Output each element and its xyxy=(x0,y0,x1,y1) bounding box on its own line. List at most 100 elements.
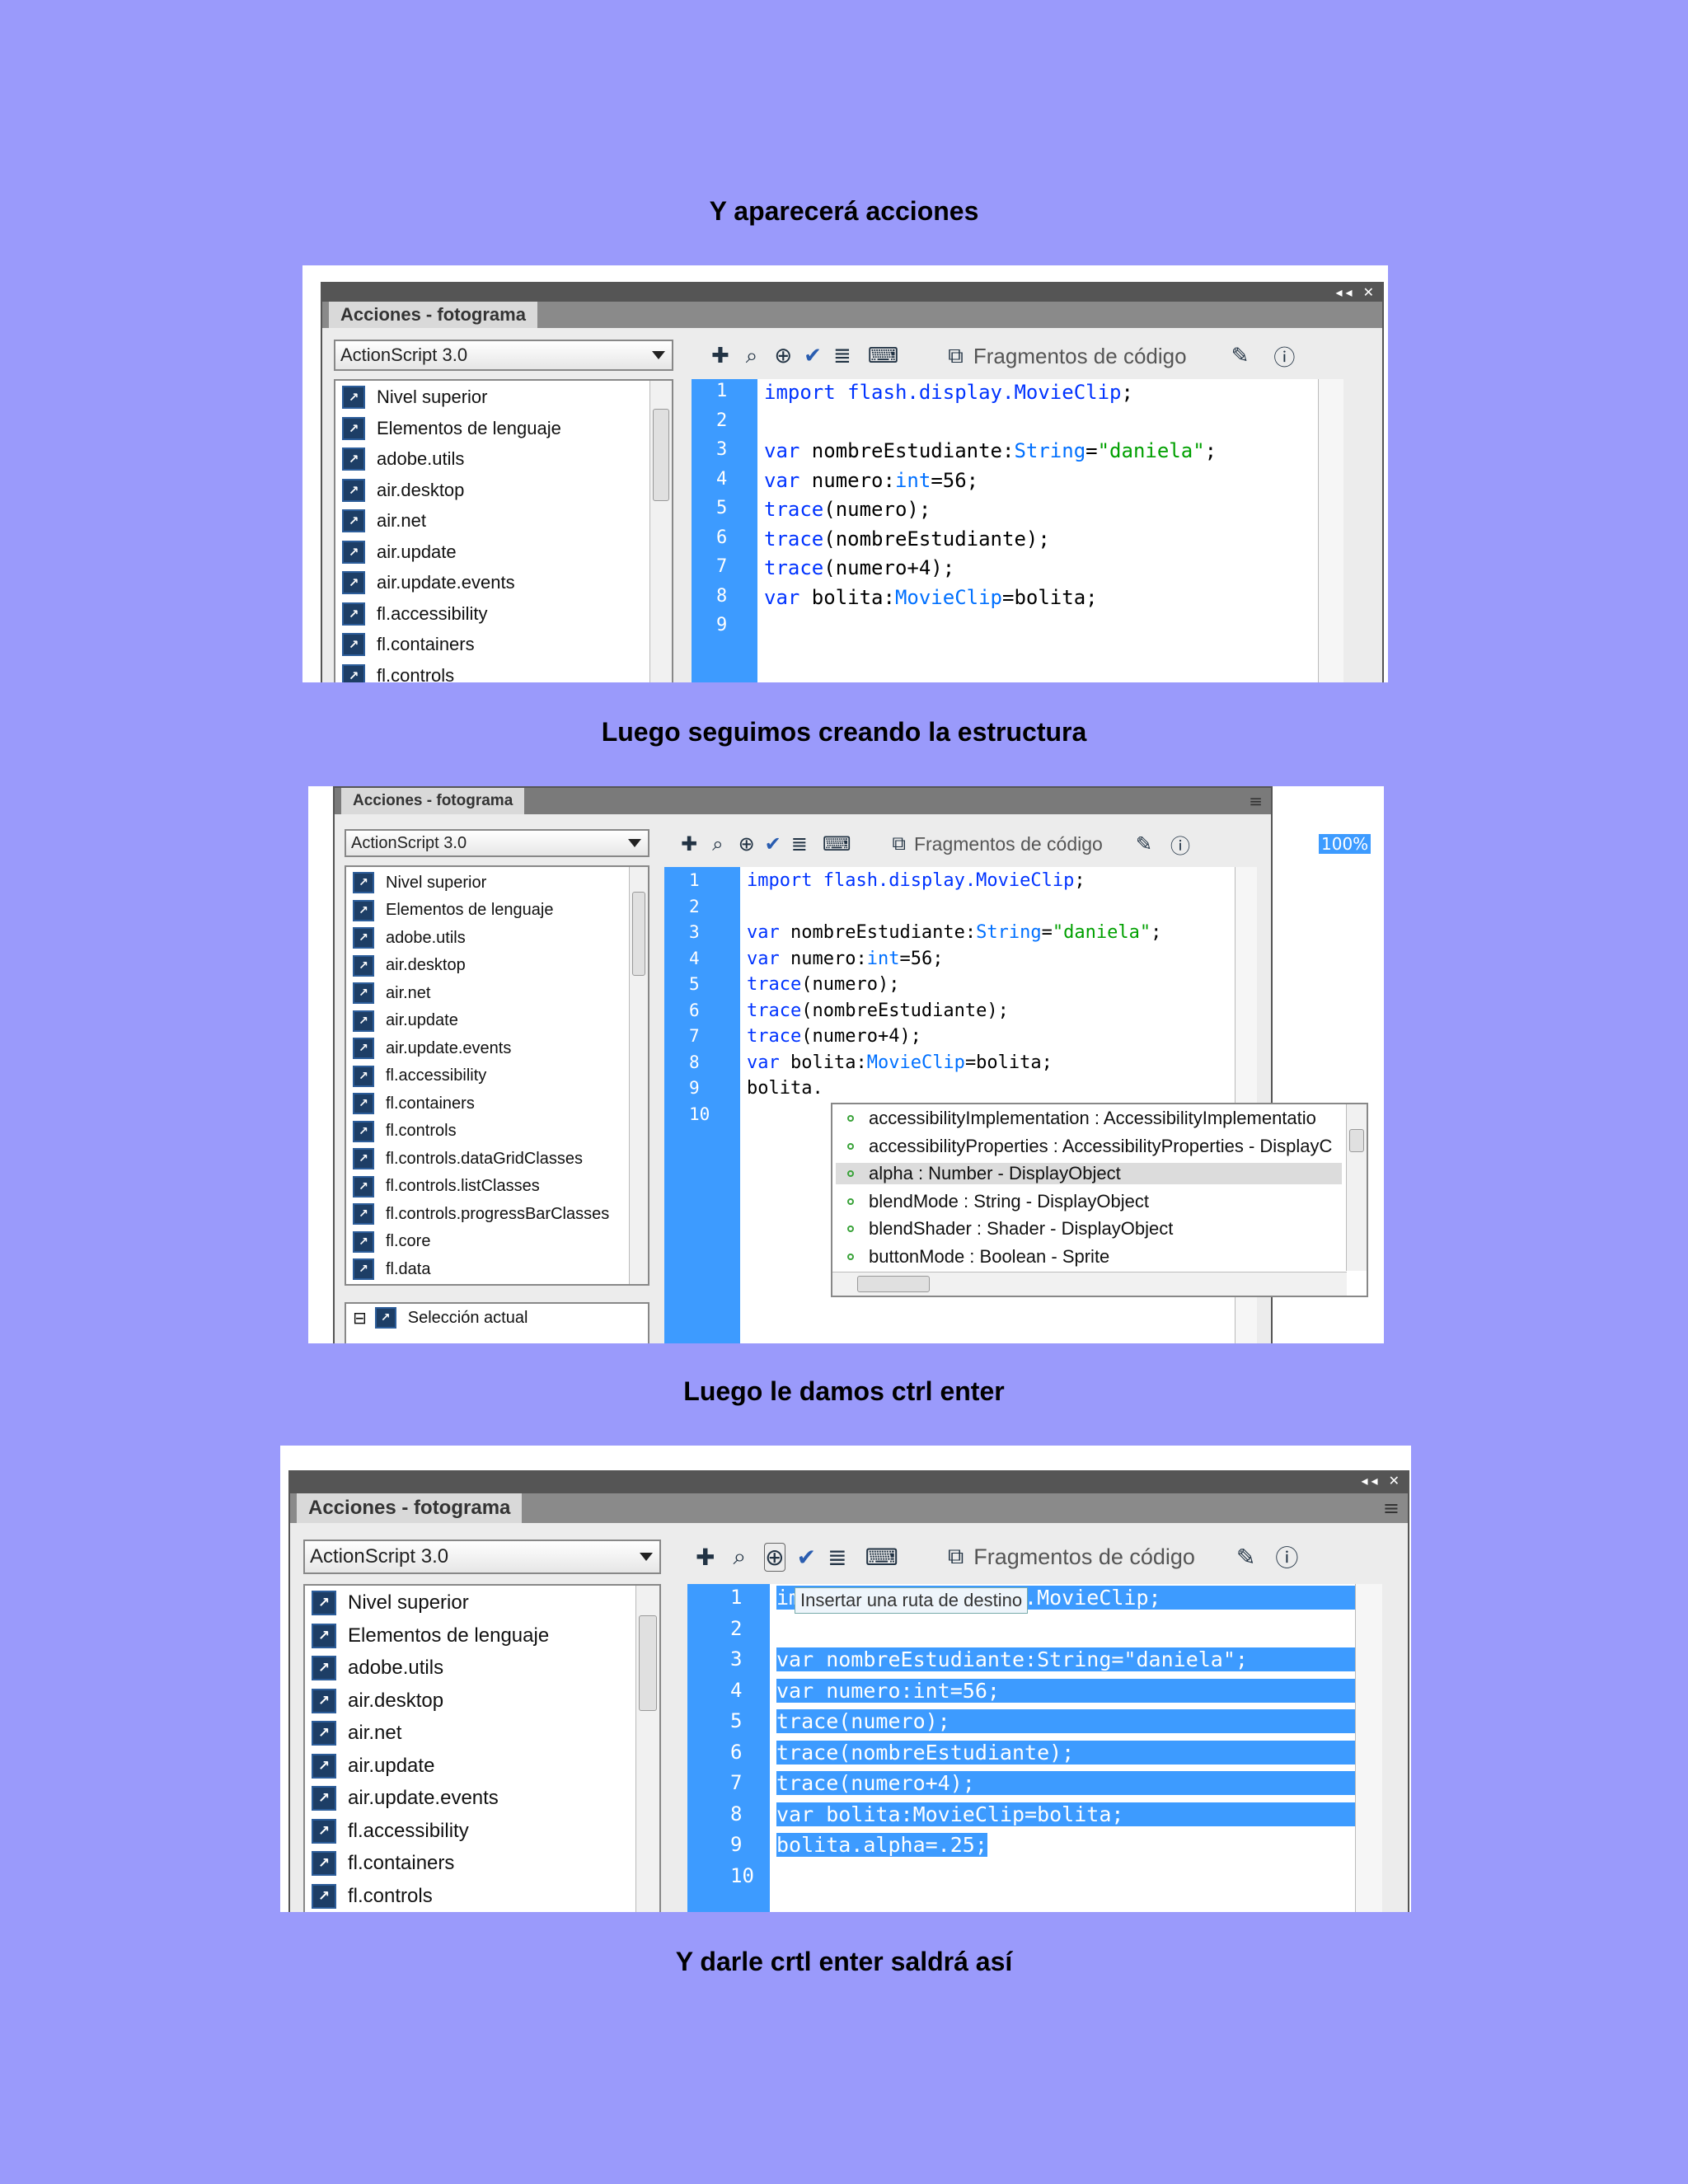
panel-menu-icon[interactable]: ≡ xyxy=(1249,788,1263,814)
debug-icon[interactable]: ⌨ xyxy=(823,832,851,855)
tab-acciones[interactable]: Acciones - fotograma xyxy=(329,302,537,328)
autocomplete-item[interactable]: blendMode : String - DisplayObject xyxy=(847,1191,1149,1212)
help-icon[interactable]: ⓘ xyxy=(1170,830,1190,859)
autocomplete-scrollbar[interactable] xyxy=(1346,1104,1367,1271)
format-icon[interactable]: ≣ xyxy=(791,832,808,855)
tab-acciones[interactable]: Acciones - fotograma xyxy=(297,1493,523,1523)
tree-item[interactable]: ↗ Elementos de lenguaje xyxy=(342,416,561,440)
code-line[interactable]: var bolita:MovieClip=bolita; xyxy=(764,586,1098,609)
target-icon[interactable]: ⊕ xyxy=(774,344,792,368)
window-controls[interactable]: ◂◂ ✕ xyxy=(1361,1473,1403,1488)
tree-scrollbar[interactable] xyxy=(649,381,672,682)
code-line[interactable]: bolita. xyxy=(747,1078,823,1099)
window-controls[interactable]: ◂◂ ✕ xyxy=(1335,284,1377,300)
code-snippets-button[interactable]: ⧉ Fragmentos de código xyxy=(948,344,1186,369)
autocomplete-hscroll[interactable] xyxy=(832,1272,1347,1296)
code-line[interactable]: trace(numero); xyxy=(776,1709,1355,1733)
add-icon[interactable]: ✚ xyxy=(696,1544,715,1571)
scrollbar-thumb[interactable] xyxy=(632,892,645,976)
tree-item[interactable]: ↗ air.update.events xyxy=(342,571,515,594)
tree-item[interactable]: ↗ fl.accessibility xyxy=(353,1065,486,1087)
code-line[interactable]: trace(nombreEstudiante); xyxy=(764,527,1050,551)
wand-icon[interactable]: ✎ xyxy=(1236,1544,1255,1571)
autocomplete-item[interactable]: blendShader : Shader - DisplayObject xyxy=(847,1218,1173,1240)
wand-icon[interactable]: ✎ xyxy=(1231,344,1250,368)
format-icon[interactable]: ≣ xyxy=(833,344,851,368)
code-line[interactable]: trace(nombreEstudiante); xyxy=(776,1740,1355,1765)
code-line[interactable]: var nombreEstudiante:String="daniela"; xyxy=(764,439,1217,462)
wand-icon[interactable]: ✎ xyxy=(1136,832,1152,855)
format-icon[interactable]: ≣ xyxy=(828,1544,846,1571)
tree-item[interactable]: ↗ fl.controls xyxy=(353,1120,457,1142)
help-icon[interactable]: ⓘ xyxy=(1273,341,1295,372)
collapse-icon[interactable]: ⊟ xyxy=(353,1308,367,1328)
debug-icon[interactable]: ⌨ xyxy=(865,1544,898,1571)
code-line[interactable]: trace(numero); xyxy=(747,974,899,995)
language-select[interactable]: ActionScript 3.0 xyxy=(345,829,649,857)
tree-item[interactable]: ↗ adobe.utils xyxy=(353,927,466,949)
zoom-level[interactable]: 100% xyxy=(1319,834,1372,854)
code-line[interactable]: import flash.display.MovieClip; xyxy=(747,870,1085,891)
tree-item[interactable]: ↗ fl.accessibility xyxy=(342,602,487,626)
tree-item[interactable]: ↗ fl.controls.progressBarClasses xyxy=(353,1203,609,1225)
code-line[interactable]: trace(numero); xyxy=(764,498,931,521)
tree-item[interactable]: ↗ air.update xyxy=(312,1753,434,1779)
code-line[interactable]: var numero:int=56; xyxy=(747,949,943,969)
autocomplete-item[interactable]: buttonMode : Boolean - Sprite xyxy=(847,1246,1109,1268)
code-line[interactable]: var numero:int=56; xyxy=(764,469,978,492)
tree-scrollbar[interactable] xyxy=(635,1586,659,1912)
tree-item[interactable]: ↗ Nivel superior xyxy=(342,386,488,409)
language-select[interactable]: ActionScript 3.0 xyxy=(303,1540,661,1574)
tree-item[interactable]: ↗ fl.controls.listClasses xyxy=(353,1175,540,1197)
add-icon[interactable]: ✚ xyxy=(681,832,697,855)
tree-item[interactable]: ↗ Elementos de lenguaje xyxy=(353,899,553,921)
autocomplete-item-selected[interactable]: alpha : Number - DisplayObject xyxy=(836,1163,1342,1184)
tree-item[interactable]: ↗ air.net xyxy=(342,509,426,532)
scrollbar-thumb[interactable] xyxy=(857,1276,930,1292)
find-icon[interactable]: ⌕ xyxy=(712,832,723,855)
tree-item[interactable]: ↗ air.update.events xyxy=(353,1038,511,1059)
code-line[interactable]: import flash.display.MovieClip; xyxy=(764,381,1133,404)
code-editor[interactable]: import flash.display.MovieClip;var nombr… xyxy=(770,1584,1355,1912)
code-snippets-button[interactable]: ⧉ Fragmentos de código xyxy=(893,833,1103,855)
tree-item[interactable]: ↗ Nivel superior xyxy=(312,1591,469,1615)
autocomplete-item[interactable]: accessibilityImplementation : Accessibil… xyxy=(847,1108,1316,1129)
target-icon[interactable]: ⊕ xyxy=(764,1542,785,1572)
tree-item[interactable]: ↗ fl.containers xyxy=(353,1093,475,1114)
current-selection-item[interactable]: ⊟ ↗ Selección actual xyxy=(353,1307,528,1329)
scrollbar-thumb[interactable] xyxy=(639,1615,657,1711)
tree-scrollbar[interactable] xyxy=(629,867,648,1284)
autocomplete-item[interactable]: accessibilityProperties : AccessibilityP… xyxy=(847,1136,1332,1157)
help-icon[interactable]: ⓘ xyxy=(1275,1540,1298,1573)
autocomplete-list[interactable]: accessibilityImplementation : Accessibil… xyxy=(831,1103,1368,1297)
find-icon[interactable]: ⌕ xyxy=(746,344,758,369)
tree-item[interactable]: ↗ adobe.utils xyxy=(312,1656,443,1680)
tree-item[interactable]: ↗ air.desktop xyxy=(342,478,464,502)
code-line[interactable]: trace(numero+4); xyxy=(776,1771,1355,1795)
code-line[interactable]: trace(numero+4); xyxy=(764,556,954,579)
tree-item[interactable]: ↗ Nivel superior xyxy=(353,872,486,893)
editor-scrollbar[interactable] xyxy=(1318,379,1343,682)
tree-item[interactable]: ↗ fl.core xyxy=(353,1230,430,1253)
tree-item[interactable]: ↗ air.update xyxy=(353,1010,458,1032)
tree-item[interactable]: ↗ air.update.events xyxy=(312,1786,499,1811)
check-syntax-icon[interactable]: ✔ xyxy=(804,344,822,368)
tree-item[interactable]: ↗ fl.containers xyxy=(312,1851,454,1876)
tab-acciones[interactable]: Acciones - fotograma xyxy=(341,788,525,814)
scrollbar-thumb[interactable] xyxy=(1349,1129,1364,1152)
code-line[interactable]: bolita.alpha=.25; xyxy=(776,1833,987,1857)
code-line[interactable]: var bolita:MovieClip=bolita; xyxy=(776,1802,1355,1826)
tree-item[interactable]: ↗ fl.controls.dataGridClasses xyxy=(353,1148,583,1169)
tree-item[interactable]: ↗ air.net xyxy=(353,982,430,1004)
tree-item[interactable]: ↗ adobe.utils xyxy=(342,448,464,471)
editor-scrollbar[interactable] xyxy=(1355,1584,1382,1912)
code-line[interactable]: var numero:int=56; xyxy=(776,1678,1355,1703)
add-icon[interactable]: ✚ xyxy=(711,344,729,368)
find-icon[interactable]: ⌕ xyxy=(733,1543,746,1571)
check-syntax-icon[interactable]: ✔ xyxy=(765,832,781,855)
tree-item[interactable]: ↗ fl.containers xyxy=(342,633,475,656)
check-syntax-icon[interactable]: ✔ xyxy=(797,1544,816,1571)
scrollbar-thumb[interactable] xyxy=(653,409,669,501)
tree-item[interactable]: ↗ air.desktop xyxy=(353,954,466,977)
language-select[interactable]: ActionScript 3.0 xyxy=(334,340,673,371)
